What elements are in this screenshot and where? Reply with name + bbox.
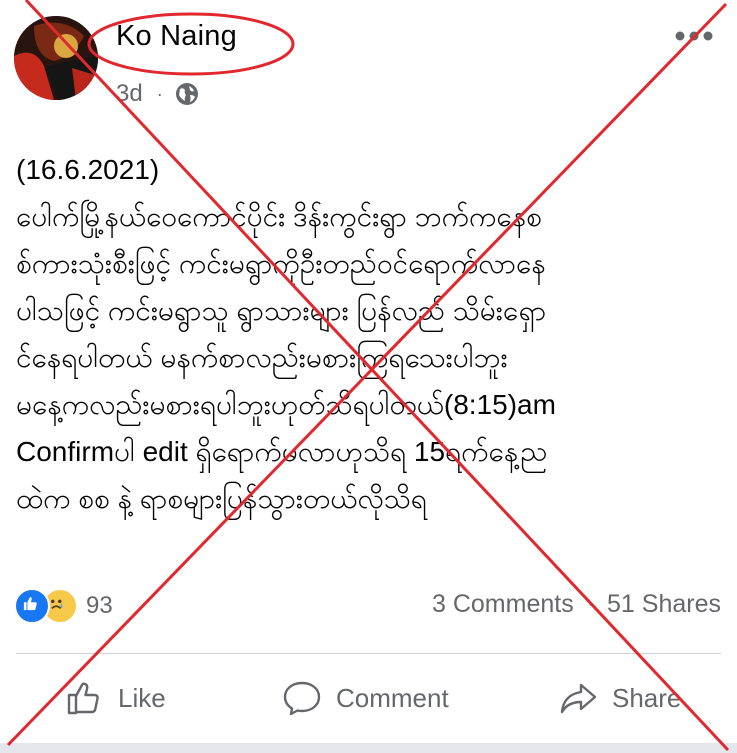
post-body-line: စ်ကားသုံးစီးဖြင့် ကင်းမရွာကိုဦးတည်ဝင်ရော… bbox=[16, 248, 546, 279]
feed-separator bbox=[0, 743, 737, 753]
comment-label: Comment bbox=[336, 682, 449, 713]
comment-bubble-icon bbox=[283, 681, 321, 716]
post-time[interactable]: 3d bbox=[116, 80, 143, 108]
post-body-line: ပါသဖြင့် ကင်းမရွာသူ ရွာသားများ ပြန်လည် သ… bbox=[16, 295, 547, 326]
meta-separator: · bbox=[156, 83, 163, 104]
share-label: Share bbox=[612, 682, 682, 713]
comment-button[interactable]: Comment bbox=[282, 668, 449, 728]
post-body-line: ထဲက စစ နဲ့ ရာစများပြန်သွားတယ်လိုသိရ bbox=[16, 483, 427, 514]
post-actions: Like Comment Share bbox=[0, 668, 737, 728]
author-highlight-circle bbox=[87, 12, 295, 76]
like-button[interactable]: Like bbox=[64, 668, 166, 728]
reaction-summary[interactable]: 93 bbox=[14, 588, 113, 624]
facebook-post: Ko Naing 3d · (16.6.2021) ပေါက်မြို့နယ်ဝ… bbox=[0, 0, 737, 753]
post-body-line: င်နေရပါတယ် မနက်စာလည်းမစားကြရသေးပါဘူး bbox=[16, 342, 508, 373]
more-options-icon[interactable] bbox=[672, 26, 716, 46]
share-arrow-icon bbox=[560, 683, 597, 714]
actions-divider bbox=[16, 653, 721, 654]
comments-count[interactable]: 3 Comments bbox=[432, 590, 574, 619]
post-meta: 3d · bbox=[116, 80, 199, 108]
globe-icon bbox=[175, 83, 198, 105]
post-stats: 3 Comments · 51 Shares bbox=[432, 590, 721, 619]
shares-count[interactable]: 51 Shares bbox=[607, 590, 721, 619]
like-reaction-icon bbox=[14, 588, 50, 624]
post-body-line: မနေ့ကလည်းမစားရပါဘူးဟုတ်သိရပါတယ်(8:15)am bbox=[16, 389, 556, 420]
like-label: Like bbox=[118, 682, 166, 713]
reaction-count: 93 bbox=[86, 592, 113, 619]
share-button[interactable]: Share bbox=[558, 668, 681, 728]
stats-separator: · bbox=[587, 595, 594, 613]
thumbs-up-icon bbox=[67, 682, 99, 715]
post-body-line: Confirmပါ edit ရှိရောက်မလာဟုသိရ 15ရက်နေ့… bbox=[16, 436, 548, 467]
post-body-line: ပေါက်မြို့နယ်ဝေကောင်ပိုင်း ဒိန်းကွင်းရွာ… bbox=[16, 201, 542, 232]
post-body: (16.6.2021) ပေါက်မြို့နယ်ဝေကောင်ပိုင်း ဒ… bbox=[16, 146, 728, 522]
post-body-line: (16.6.2021) bbox=[16, 154, 160, 185]
